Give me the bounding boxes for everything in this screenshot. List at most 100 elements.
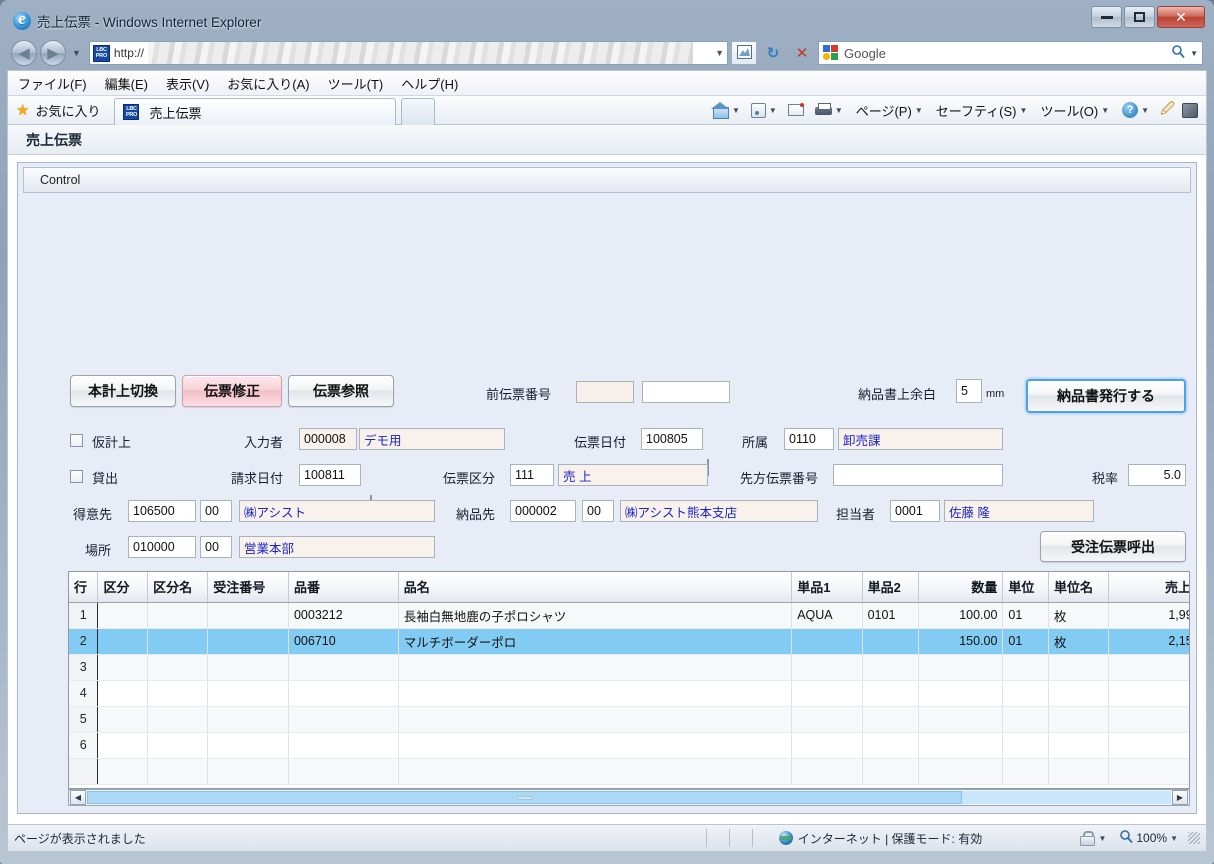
edit-slip-button[interactable]: 伝票修正 bbox=[182, 375, 282, 407]
cell-kubunn[interactable] bbox=[147, 706, 209, 733]
chevron-down-icon[interactable]: ▼ bbox=[915, 106, 923, 115]
cell-kubunn[interactable] bbox=[147, 602, 209, 629]
close-button[interactable]: ✕ bbox=[1157, 6, 1205, 28]
cell-kubunn[interactable] bbox=[147, 654, 209, 681]
cell-suryo[interactable] bbox=[918, 680, 1004, 707]
search-provider-caret-icon[interactable]: ▼ bbox=[1190, 49, 1198, 58]
cell-suryo[interactable] bbox=[918, 654, 1004, 681]
help-menu-button[interactable]: ? ▼ bbox=[1122, 102, 1149, 118]
cell-order[interactable] bbox=[207, 758, 289, 785]
menu-view[interactable]: 表示(V) bbox=[166, 74, 209, 93]
order-slip-recall-button[interactable]: 受注伝票呼出 bbox=[1040, 531, 1186, 562]
table-row[interactable] bbox=[69, 758, 1189, 785]
delivery-note-margin-input[interactable]: 5 bbox=[956, 379, 982, 403]
print-button[interactable]: ▼ bbox=[814, 103, 843, 117]
staff-code-field[interactable]: 0001 bbox=[890, 500, 940, 522]
home-button[interactable]: ▼ bbox=[710, 102, 740, 119]
cell-hinmei[interactable] bbox=[398, 706, 793, 733]
favorites-star-icon[interactable]: ★ bbox=[16, 101, 29, 119]
prev-slip-number-field-2[interactable] bbox=[642, 381, 730, 403]
search-input[interactable]: Google bbox=[844, 46, 886, 61]
chevron-down-icon[interactable]: ▼ bbox=[835, 106, 843, 115]
recent-pages-dropdown[interactable]: ▼ bbox=[69, 48, 84, 58]
menu-tools[interactable]: ツール(T) bbox=[328, 74, 384, 93]
slip-type-code-field[interactable]: 111 bbox=[510, 464, 554, 486]
cell-suryo[interactable]: 100.00 bbox=[918, 602, 1004, 629]
cell-tani[interactable] bbox=[1002, 758, 1049, 785]
menu-favorites[interactable]: お気に入り(A) bbox=[227, 74, 309, 93]
column-header-kubun[interactable]: 区分 bbox=[97, 572, 149, 603]
cell-tan1[interactable] bbox=[791, 628, 863, 655]
cell-taniname[interactable] bbox=[1048, 680, 1110, 707]
chevron-down-icon[interactable]: ▼ bbox=[1020, 106, 1028, 115]
cell-tan2[interactable] bbox=[862, 680, 919, 707]
cell-suryo[interactable]: 150.00 bbox=[918, 628, 1004, 655]
customer-sub-code-field[interactable]: 00 bbox=[200, 500, 232, 522]
back-button[interactable]: ◀ bbox=[11, 40, 37, 66]
column-header-hinban[interactable]: 品番 bbox=[288, 572, 399, 603]
place-sub-code-field[interactable]: 00 bbox=[200, 536, 232, 558]
chevron-down-icon[interactable]: ▼ bbox=[732, 106, 740, 115]
view-slip-button[interactable]: 伝票参照 bbox=[288, 375, 394, 407]
cell-tan2[interactable] bbox=[862, 706, 919, 733]
stop-button[interactable]: ✕ bbox=[789, 41, 815, 65]
cell-row[interactable] bbox=[69, 758, 99, 785]
cell-tanka[interactable] bbox=[1108, 758, 1189, 785]
addon-button-1[interactable]: 🖉 bbox=[1160, 98, 1175, 122]
cell-order[interactable] bbox=[207, 628, 289, 655]
tools-menu-button[interactable]: ツール(O) ▼ bbox=[1040, 101, 1109, 120]
favorites-button-label[interactable]: お気に入り bbox=[35, 101, 100, 120]
cell-order[interactable] bbox=[207, 706, 289, 733]
cell-tani[interactable] bbox=[1002, 732, 1049, 759]
cell-kubun[interactable] bbox=[97, 628, 149, 655]
cell-order[interactable] bbox=[207, 654, 289, 681]
switch-to-main-button[interactable]: 本計上切換 bbox=[70, 375, 176, 407]
cell-tan1[interactable] bbox=[791, 680, 863, 707]
window-resize-grip[interactable] bbox=[1188, 832, 1200, 844]
table-row[interactable]: 4 bbox=[69, 680, 1189, 707]
minimize-button[interactable] bbox=[1091, 6, 1122, 28]
search-box[interactable]: Google ▼ bbox=[818, 41, 1203, 65]
cell-kubun[interactable] bbox=[97, 680, 149, 707]
cell-tan1[interactable] bbox=[791, 758, 863, 785]
table-row[interactable]: 5 bbox=[69, 706, 1189, 733]
cell-taniname[interactable]: 枚 bbox=[1048, 628, 1110, 655]
cell-tani[interactable]: 01 bbox=[1002, 628, 1049, 655]
cell-kubunn[interactable] bbox=[147, 758, 209, 785]
cell-hinban[interactable] bbox=[288, 680, 399, 707]
menu-edit[interactable]: 編集(E) bbox=[105, 74, 148, 93]
inputter-code-field[interactable]: 000008 bbox=[299, 428, 357, 450]
cell-tanka[interactable] bbox=[1108, 680, 1189, 707]
cell-tani[interactable] bbox=[1002, 706, 1049, 733]
line-items-grid[interactable]: 行区分区分名受注番号品番品名単品1単品2数量単位単位名売上単価 1 0003212… bbox=[68, 571, 1190, 789]
table-row[interactable]: 1 0003212 長袖白無地鹿の子ポロシャツ AQUA 0101 100.00 01 枚 1,… bbox=[69, 602, 1189, 629]
cell-hinmei[interactable] bbox=[398, 680, 793, 707]
read-mail-button[interactable] bbox=[787, 103, 804, 116]
cell-tan1[interactable] bbox=[791, 706, 863, 733]
cell-tan2[interactable] bbox=[862, 628, 919, 655]
chevron-down-icon[interactable]: ▼ bbox=[769, 106, 777, 115]
column-header-tanka[interactable]: 売上単価 bbox=[1108, 572, 1189, 603]
cell-taniname[interactable] bbox=[1048, 654, 1110, 681]
scrollbar-track[interactable] bbox=[87, 791, 1171, 804]
cell-tani[interactable] bbox=[1002, 680, 1049, 707]
cell-hinban[interactable] bbox=[288, 654, 399, 681]
cell-tani[interactable] bbox=[1002, 654, 1049, 681]
cell-hinmei[interactable]: 長袖白無地鹿の子ポロシャツ bbox=[398, 602, 793, 629]
page-menu-button[interactable]: ページ(P) ▼ bbox=[856, 101, 923, 120]
column-header-hinmei[interactable]: 品名 bbox=[398, 572, 793, 603]
cell-taniname[interactable]: 枚 bbox=[1048, 602, 1110, 629]
cell-tan2[interactable] bbox=[862, 758, 919, 785]
maximize-button[interactable] bbox=[1124, 6, 1155, 28]
cell-row[interactable]: 1 bbox=[69, 602, 99, 629]
cell-hinban[interactable] bbox=[288, 706, 399, 733]
cell-hinban[interactable]: 006710 bbox=[288, 628, 399, 655]
cell-kubunn[interactable] bbox=[147, 628, 209, 655]
chevron-down-icon[interactable]: ▼ bbox=[1098, 834, 1106, 843]
cell-hinban[interactable] bbox=[288, 758, 399, 785]
cell-tan2[interactable]: 0101 bbox=[862, 602, 919, 629]
column-header-order[interactable]: 受注番号 bbox=[207, 572, 289, 603]
browser-tab[interactable]: LBC PRO 売上伝票 bbox=[114, 98, 397, 125]
cell-row[interactable]: 4 bbox=[69, 680, 99, 707]
column-header-tani[interactable]: 単位 bbox=[1002, 572, 1049, 603]
